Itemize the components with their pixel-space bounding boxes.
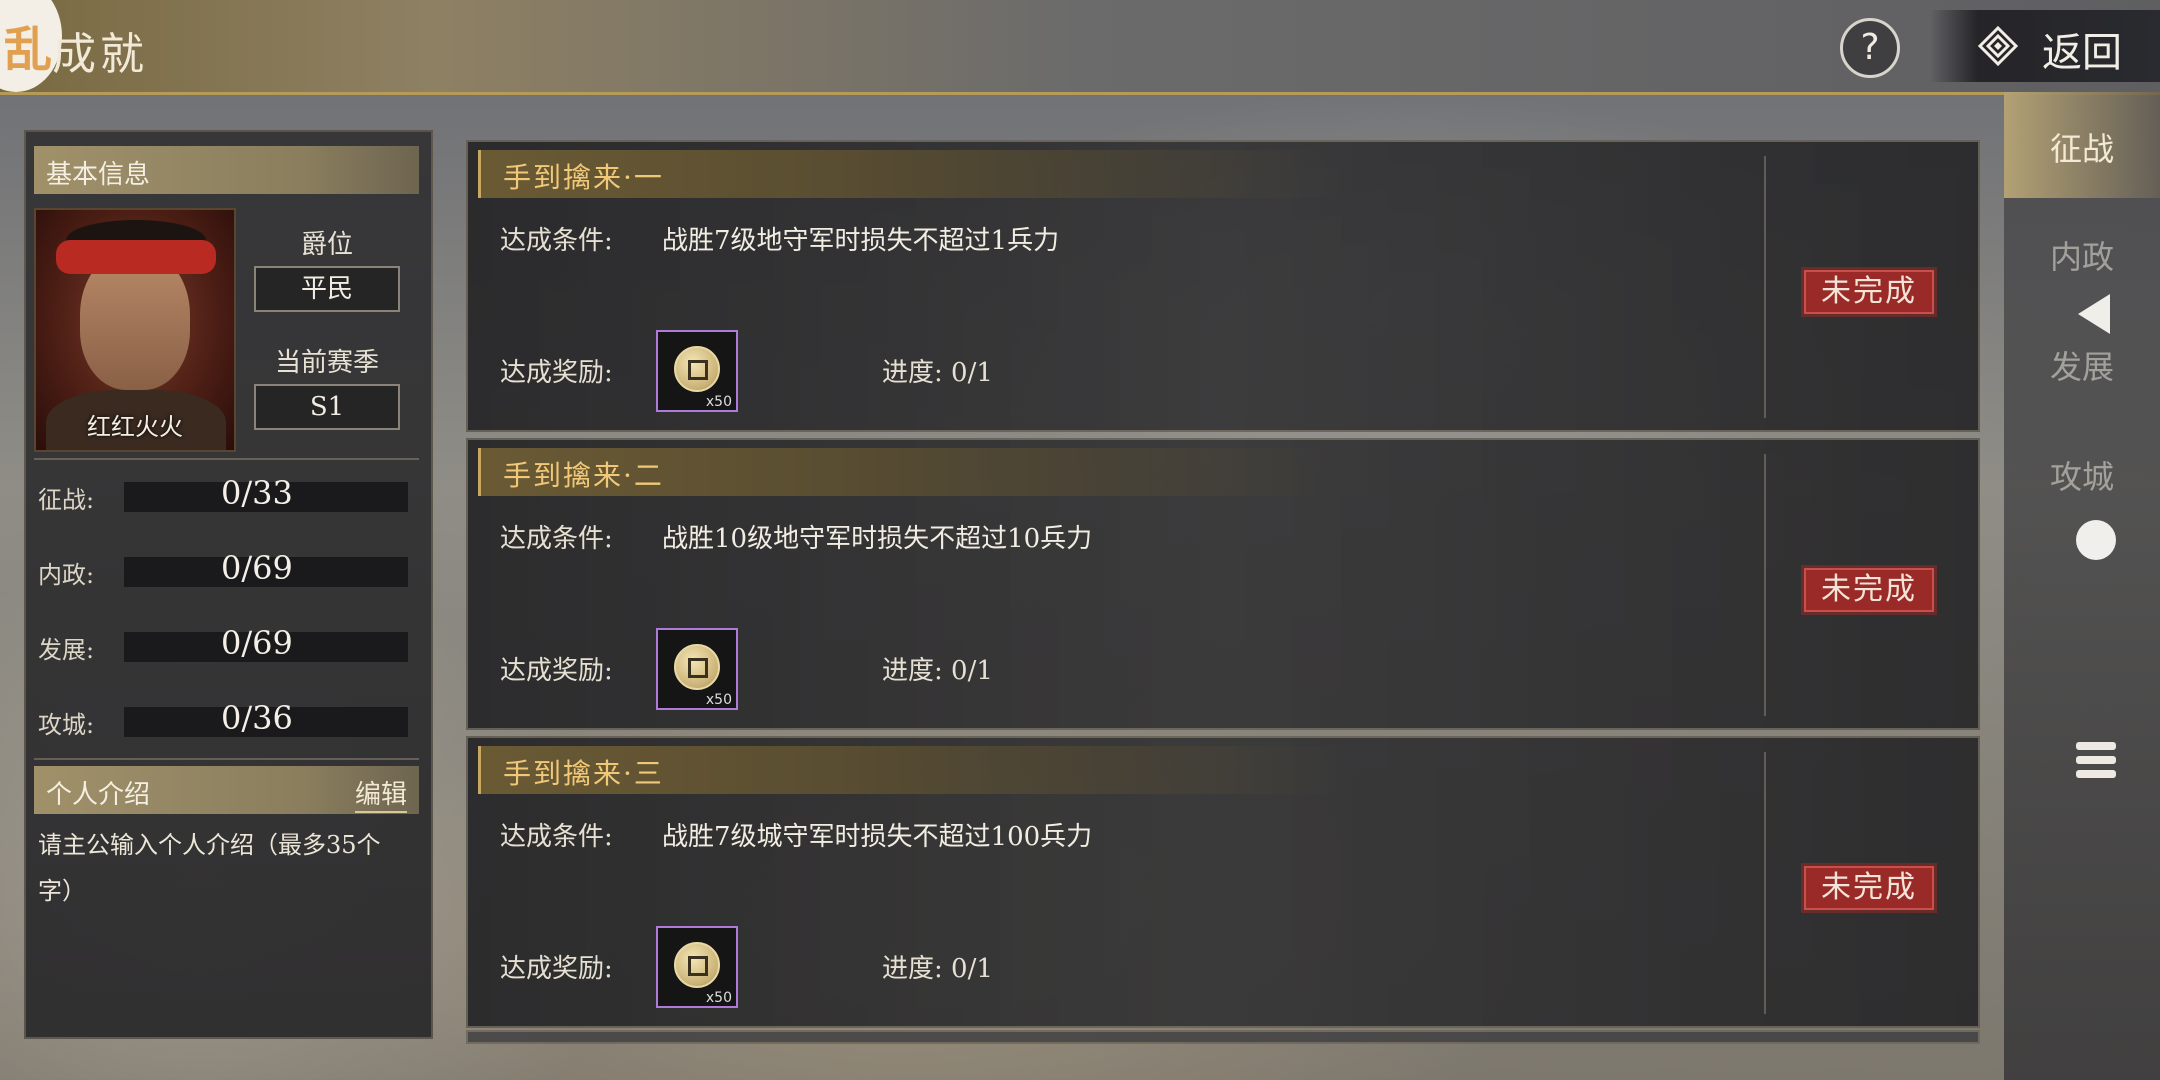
condition-label: 达成条件:	[500, 226, 613, 256]
edit-intro-button[interactable]: 编辑	[354, 774, 407, 813]
rank-value: 平民	[254, 266, 400, 312]
reward-count: x50	[705, 394, 732, 410]
progress-label: 进度: 0/1	[882, 954, 993, 984]
back-label: 返回	[2042, 30, 2122, 76]
reward-label: 达成奖励:	[500, 656, 613, 686]
collapse-arrow-icon[interactable]	[2078, 294, 2110, 334]
condition-text: 战胜7级地守军时损失不超过1兵力	[662, 226, 1060, 256]
reward-item[interactable]: x50	[656, 330, 738, 412]
condition-text: 战胜7级城守军时损失不超过100兵力	[662, 822, 1093, 852]
reward-count: x50	[705, 990, 732, 1006]
achievement-card: 手到擒来·二 达成条件: 战胜10级地守军时损失不超过10兵力 达成奖励: x5…	[466, 438, 1980, 730]
reward-item[interactable]: x50	[656, 926, 738, 1008]
divider	[34, 458, 419, 460]
profile-panel: 基本信息 红红火火 爵位 平民 当前赛季 S1 征战: 0/33 内政: 0/6…	[24, 130, 433, 1039]
top-bar: 乱 成就 ? 返回	[0, 0, 2160, 95]
tab-development[interactable]: 发展	[2004, 342, 2160, 388]
stat-value: 0/33	[221, 474, 293, 512]
help-button[interactable]: ?	[1840, 18, 1900, 78]
logo-char: 乱	[4, 22, 53, 78]
progress-value: 0/1	[951, 954, 993, 984]
menu-icon[interactable]	[2076, 742, 2116, 784]
condition-text: 战胜10级地守军时损失不超过10兵力	[662, 524, 1093, 554]
intro-header: 个人介绍 编辑	[34, 766, 419, 814]
card-title-bar: 手到擒来·三	[478, 746, 1341, 794]
tab-domestic[interactable]: 内政	[2004, 232, 2160, 278]
achievement-card-peek	[466, 1030, 1980, 1044]
page-title: 成就	[52, 29, 148, 80]
stat-value: 0/69	[221, 624, 293, 662]
achievement-title: 手到擒来·一	[503, 161, 664, 194]
status-badge: 未完成	[1804, 270, 1934, 314]
condition-label: 达成条件:	[500, 524, 613, 554]
achievement-title: 手到擒来·三	[503, 757, 664, 790]
tab-campaign[interactable]: 征战	[2004, 124, 2160, 170]
card-title-bar: 手到擒来·一	[478, 150, 1341, 198]
divider	[1764, 156, 1766, 418]
intro-text[interactable]: 请主公输入个人介绍（最多35个字）	[38, 822, 388, 914]
coin-icon	[674, 644, 720, 690]
progress-label: 进度: 0/1	[882, 656, 993, 686]
reward-item[interactable]: x50	[656, 628, 738, 710]
intro-title: 个人介绍	[46, 780, 151, 810]
player-name: 红红火火	[87, 413, 183, 441]
achievement-card: 手到擒来·一 达成条件: 战胜7级地守军时损失不超过1兵力 达成奖励: x50 …	[466, 140, 1980, 432]
coin-icon	[674, 346, 720, 392]
status-badge: 未完成	[1804, 866, 1934, 910]
reward-label: 达成奖励:	[500, 358, 613, 388]
back-diamond-icon	[1978, 26, 2018, 66]
stat-value: 0/36	[221, 699, 293, 737]
back-button[interactable]: 返回	[1930, 10, 2160, 82]
stat-label: 内政:	[38, 561, 95, 589]
season-value: S1	[254, 384, 400, 430]
season-label: 当前赛季	[274, 348, 379, 378]
divider	[34, 758, 419, 760]
progress-value: 0/1	[951, 656, 993, 686]
progress-label: 进度: 0/1	[882, 358, 993, 388]
reward-label: 达成奖励:	[500, 954, 613, 984]
stat-label: 攻城:	[38, 711, 95, 739]
progress-value: 0/1	[951, 358, 993, 388]
stat-label: 征战:	[38, 486, 95, 514]
rank-label: 爵位	[300, 230, 353, 260]
condition-label: 达成条件:	[500, 822, 613, 852]
avatar[interactable]: 红红火火	[34, 208, 236, 452]
status-badge: 未完成	[1804, 568, 1934, 612]
reward-count: x50	[705, 692, 732, 708]
coin-icon	[674, 942, 720, 988]
achievement-card: 手到擒来·三 达成条件: 战胜7级城守军时损失不超过100兵力 达成奖励: x5…	[466, 736, 1980, 1028]
card-title-bar: 手到擒来·二	[478, 448, 1341, 496]
divider	[1764, 454, 1766, 716]
divider	[1764, 752, 1766, 1014]
category-nav: 征战 内政 发展 攻城	[2004, 92, 2160, 1080]
basic-info-title: 基本信息	[46, 160, 151, 190]
stat-value: 0/69	[221, 549, 293, 587]
floating-ball-icon[interactable]	[2076, 520, 2116, 560]
basic-info-header: 基本信息	[34, 146, 419, 194]
tab-siege[interactable]: 攻城	[2004, 452, 2160, 498]
achievement-title: 手到擒来·二	[503, 459, 664, 492]
stat-label: 发展:	[38, 636, 95, 664]
